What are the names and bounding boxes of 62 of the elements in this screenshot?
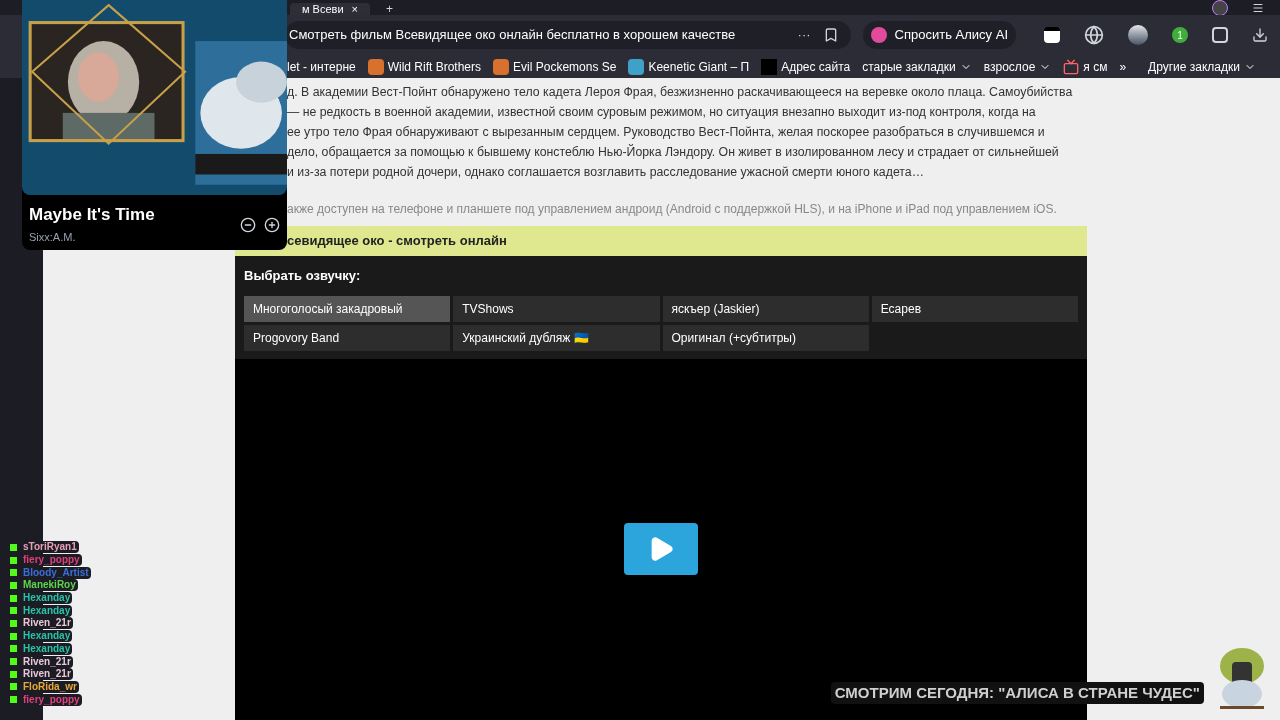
tab-close-button[interactable]: × — [351, 3, 358, 15]
chat-username: fiery_poppy — [21, 554, 82, 567]
bookmark-link[interactable]: я см — [1063, 57, 1108, 76]
voice-option[interactable]: Многоголосый закадровый — [244, 295, 451, 322]
voice-option[interactable]: Украинский дубляж 🇺🇦 — [453, 324, 660, 351]
chat-username: Riven_21r — [21, 655, 73, 668]
description-line: и из-за потери родной дочери, однако соглашается возглавить расследование ужасной смерти юного кадета… — [287, 164, 925, 181]
chat-username: Hexanday — [21, 630, 73, 643]
menu-icon[interactable] — [1252, 1, 1264, 14]
voice-option[interactable]: TVShows — [453, 295, 660, 322]
description-line: ее утро тело Фрая обнаруживают с вырезанным сердцем. Руководство Вест-Пойнта, желая поскорее разобраться в случившемся и — [287, 124, 1046, 141]
bookmark-logo-icon — [493, 58, 510, 75]
voice-option[interactable]: Оригинал (+субтитры) — [662, 324, 869, 351]
plus-icon[interactable] — [264, 217, 280, 234]
bookmark-logo-icon — [628, 58, 645, 75]
voice-option[interactable]: Есарев — [871, 295, 1078, 322]
other-bookmarks-link[interactable]: Другие закладки — [1148, 57, 1256, 76]
bookmark-logo-icon — [367, 58, 384, 75]
globe-icon[interactable] — [1084, 25, 1104, 45]
description-line: — не редкость в военной академии, известной своим суровым режимом, но ситуация внезапно выходит из-под контроля, когда на — [287, 104, 1037, 121]
section-heading: севидящее око - смотреть онлайн — [235, 226, 1087, 256]
chat-username: Bloody_Artist — [21, 566, 91, 579]
track-artist: Sixx:A.M. — [29, 230, 77, 245]
profile-avatar[interactable] — [1212, 0, 1228, 16]
chat-username: Hexanday — [21, 604, 73, 617]
extension-icon[interactable] — [1128, 25, 1148, 45]
track-title: Maybe It's Time — [29, 205, 156, 225]
chat-username: Riven_21r — [21, 617, 73, 630]
download-icon[interactable] — [1252, 27, 1268, 43]
chat-username: Hexanday — [21, 642, 73, 655]
device-note: акже доступен на телефоне и планшете под управлением андроид (Android с поддержкой HLS), и на iPhone и iPad под управлением iOS. — [286, 201, 1058, 218]
bookmark-link[interactable]: старые закладки — [862, 57, 972, 76]
browser-tab[interactable]: м Всеви × — [290, 3, 370, 15]
bookmark-link[interactable]: let - интерне — [287, 57, 356, 76]
bookmark-link[interactable]: Wild Rift Brothers — [367, 57, 482, 76]
alice-button[interactable]: Спросить Алису AI — [862, 21, 1016, 49]
alice-icon — [870, 27, 887, 43]
tv-icon — [1063, 58, 1080, 75]
chat-username: fiery_poppy — [21, 693, 82, 706]
bookmark-link[interactable]: Evil Pockemons Se — [493, 57, 617, 76]
description-line: д. В академии Вест-Пойнт обнаружено тело кадета Лероя Фрая, безжизненно раскачивающееся на веревке около плаца. Самоубийства — [287, 84, 1074, 101]
bookmark-link[interactable]: Адрес сайта — [761, 57, 851, 76]
page-title: Смотреть фильм Всевидящее око онлайн бесплатно в хорошем качестве — [289, 26, 737, 45]
chat-username: Riven_21r — [21, 668, 73, 681]
voice-option[interactable]: яскъер (Jaskier) — [662, 295, 869, 322]
new-tab-button[interactable]: + — [378, 3, 401, 15]
description-line: дело, обращается за помощью к бывшему констеблю Нью-Йорка Лэндору. Он живет в изолированном лесу и страдает от сильнейшей — [287, 143, 1060, 161]
voice-option[interactable]: Progovory Band — [244, 324, 451, 351]
chat-username: ManekiRoy — [21, 579, 78, 592]
minus-icon[interactable] — [240, 217, 256, 234]
voice-title: Выбрать озвучку: — [244, 267, 362, 285]
play-button[interactable] — [624, 523, 698, 576]
chat-username: sToriRyan1 — [21, 541, 79, 554]
bookmark-logo-icon — [761, 58, 778, 75]
bookmark-link[interactable]: взрослое — [983, 57, 1052, 76]
chat-username: FloRida_wr — [21, 680, 79, 693]
more-bookmarks-button[interactable]: » — [1119, 57, 1127, 76]
more-button[interactable]: ··· — [797, 25, 811, 45]
chat-username: Hexanday — [21, 592, 73, 605]
bookmark-link[interactable]: Keenetic Giant – П — [628, 57, 750, 76]
stream-caption: СМОТРИМ СЕГОДНЯ: "АЛИСА В СТРАНЕ ЧУДЕС" — [830, 681, 1204, 704]
address-field[interactable]: Смотреть фильм Всевидящее око онлайн бесплатно в хорошем качестве ··· — [285, 21, 851, 49]
